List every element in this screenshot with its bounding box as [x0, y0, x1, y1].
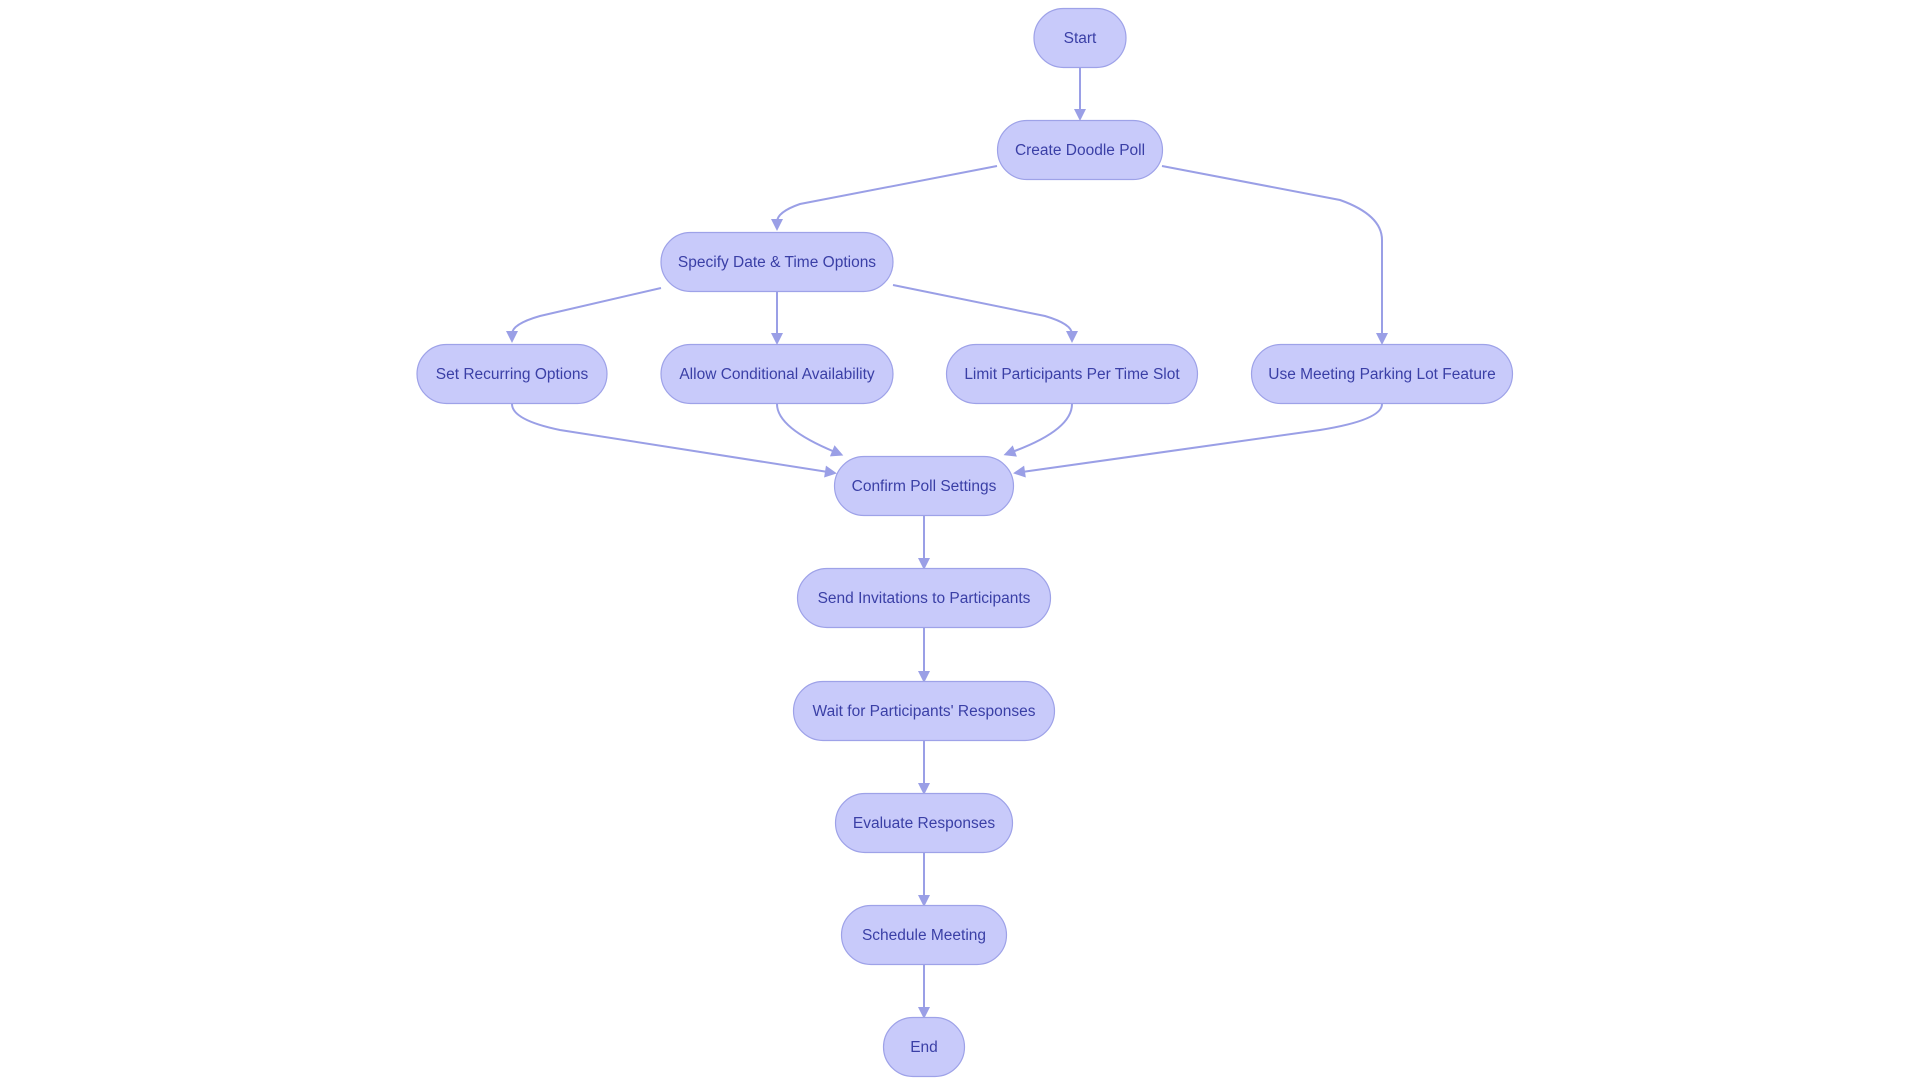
node-label: Send Invitations to Participants: [818, 590, 1031, 607]
arrowhead-icon: [824, 465, 837, 478]
node-parking[interactable]: Use Meeting Parking Lot Feature: [1250, 343, 1514, 405]
edge-line: [776, 403, 836, 453]
edge-create-parking: [1161, 165, 1388, 345]
edge-evaluate-schedule: [918, 852, 930, 907]
edge-wait-evaluate: [918, 740, 930, 795]
edge-line: [892, 284, 1073, 335]
node-wait[interactable]: Wait for Participants' Responses: [792, 680, 1056, 742]
arrowhead-icon: [1066, 331, 1078, 343]
edge-specify-recurring: [506, 287, 662, 343]
node-label: Set Recurring Options: [436, 366, 589, 383]
node-label: Allow Conditional Availability: [679, 366, 875, 383]
node-label: Create Doodle Poll: [1015, 142, 1145, 159]
node-create[interactable]: Create Doodle Poll: [996, 119, 1164, 181]
node-confirm[interactable]: Confirm Poll Settings: [833, 455, 1015, 517]
arrowhead-icon: [771, 333, 783, 345]
node-start[interactable]: Start: [1033, 7, 1127, 69]
edge-line: [1021, 403, 1383, 473]
arrowhead-icon: [1013, 465, 1026, 478]
edge-line: [776, 165, 998, 223]
edge-schedule-end: [918, 964, 930, 1019]
edges-layer: [506, 68, 1388, 1019]
edge-line: [511, 287, 662, 335]
edge-specify-limit: [892, 284, 1078, 343]
edge-line: [1011, 403, 1073, 453]
node-send[interactable]: Send Invitations to Participants: [796, 567, 1052, 629]
arrowhead-icon: [1376, 333, 1388, 345]
edge-recurring-confirm: [511, 403, 837, 478]
edge-specify-conditional: [771, 292, 783, 345]
node-specify[interactable]: Specify Date & Time Options: [660, 231, 894, 293]
node-evaluate[interactable]: Evaluate Responses: [834, 792, 1014, 854]
node-conditional[interactable]: Allow Conditional Availability: [660, 343, 894, 405]
edge-line: [1161, 165, 1383, 336]
edge-confirm-send: [918, 516, 930, 570]
arrowhead-icon: [1074, 109, 1086, 121]
nodes-layer: Start Create Doodle Poll Specify Date & Ti…: [416, 7, 1514, 1078]
flowchart: Start Create Doodle Poll Specify Date & Ti…: [416, 7, 1514, 1078]
node-schedule[interactable]: Schedule Meeting: [840, 904, 1008, 966]
node-limit[interactable]: Limit Participants Per Time Slot: [945, 343, 1199, 405]
arrowhead-icon: [506, 331, 518, 343]
node-label: Confirm Poll Settings: [852, 478, 997, 495]
node-label: Evaluate Responses: [853, 815, 995, 832]
edge-conditional-confirm: [776, 403, 844, 457]
node-label: Limit Participants Per Time Slot: [964, 366, 1180, 383]
node-recurring[interactable]: Set Recurring Options: [416, 343, 608, 405]
node-label: End: [910, 1039, 938, 1056]
node-label: Use Meeting Parking Lot Feature: [1268, 366, 1495, 383]
edge-send-wait: [918, 628, 930, 683]
edge-start-create: [1074, 68, 1086, 121]
node-label: Wait for Participants' Responses: [813, 703, 1036, 720]
edge-create-specify: [771, 165, 998, 231]
node-label: Start: [1064, 30, 1097, 47]
node-end[interactable]: End: [882, 1016, 966, 1078]
arrowhead-icon: [771, 219, 783, 231]
node-label: Schedule Meeting: [862, 927, 986, 944]
node-label: Specify Date & Time Options: [678, 254, 876, 271]
edge-limit-confirm: [1003, 403, 1073, 457]
